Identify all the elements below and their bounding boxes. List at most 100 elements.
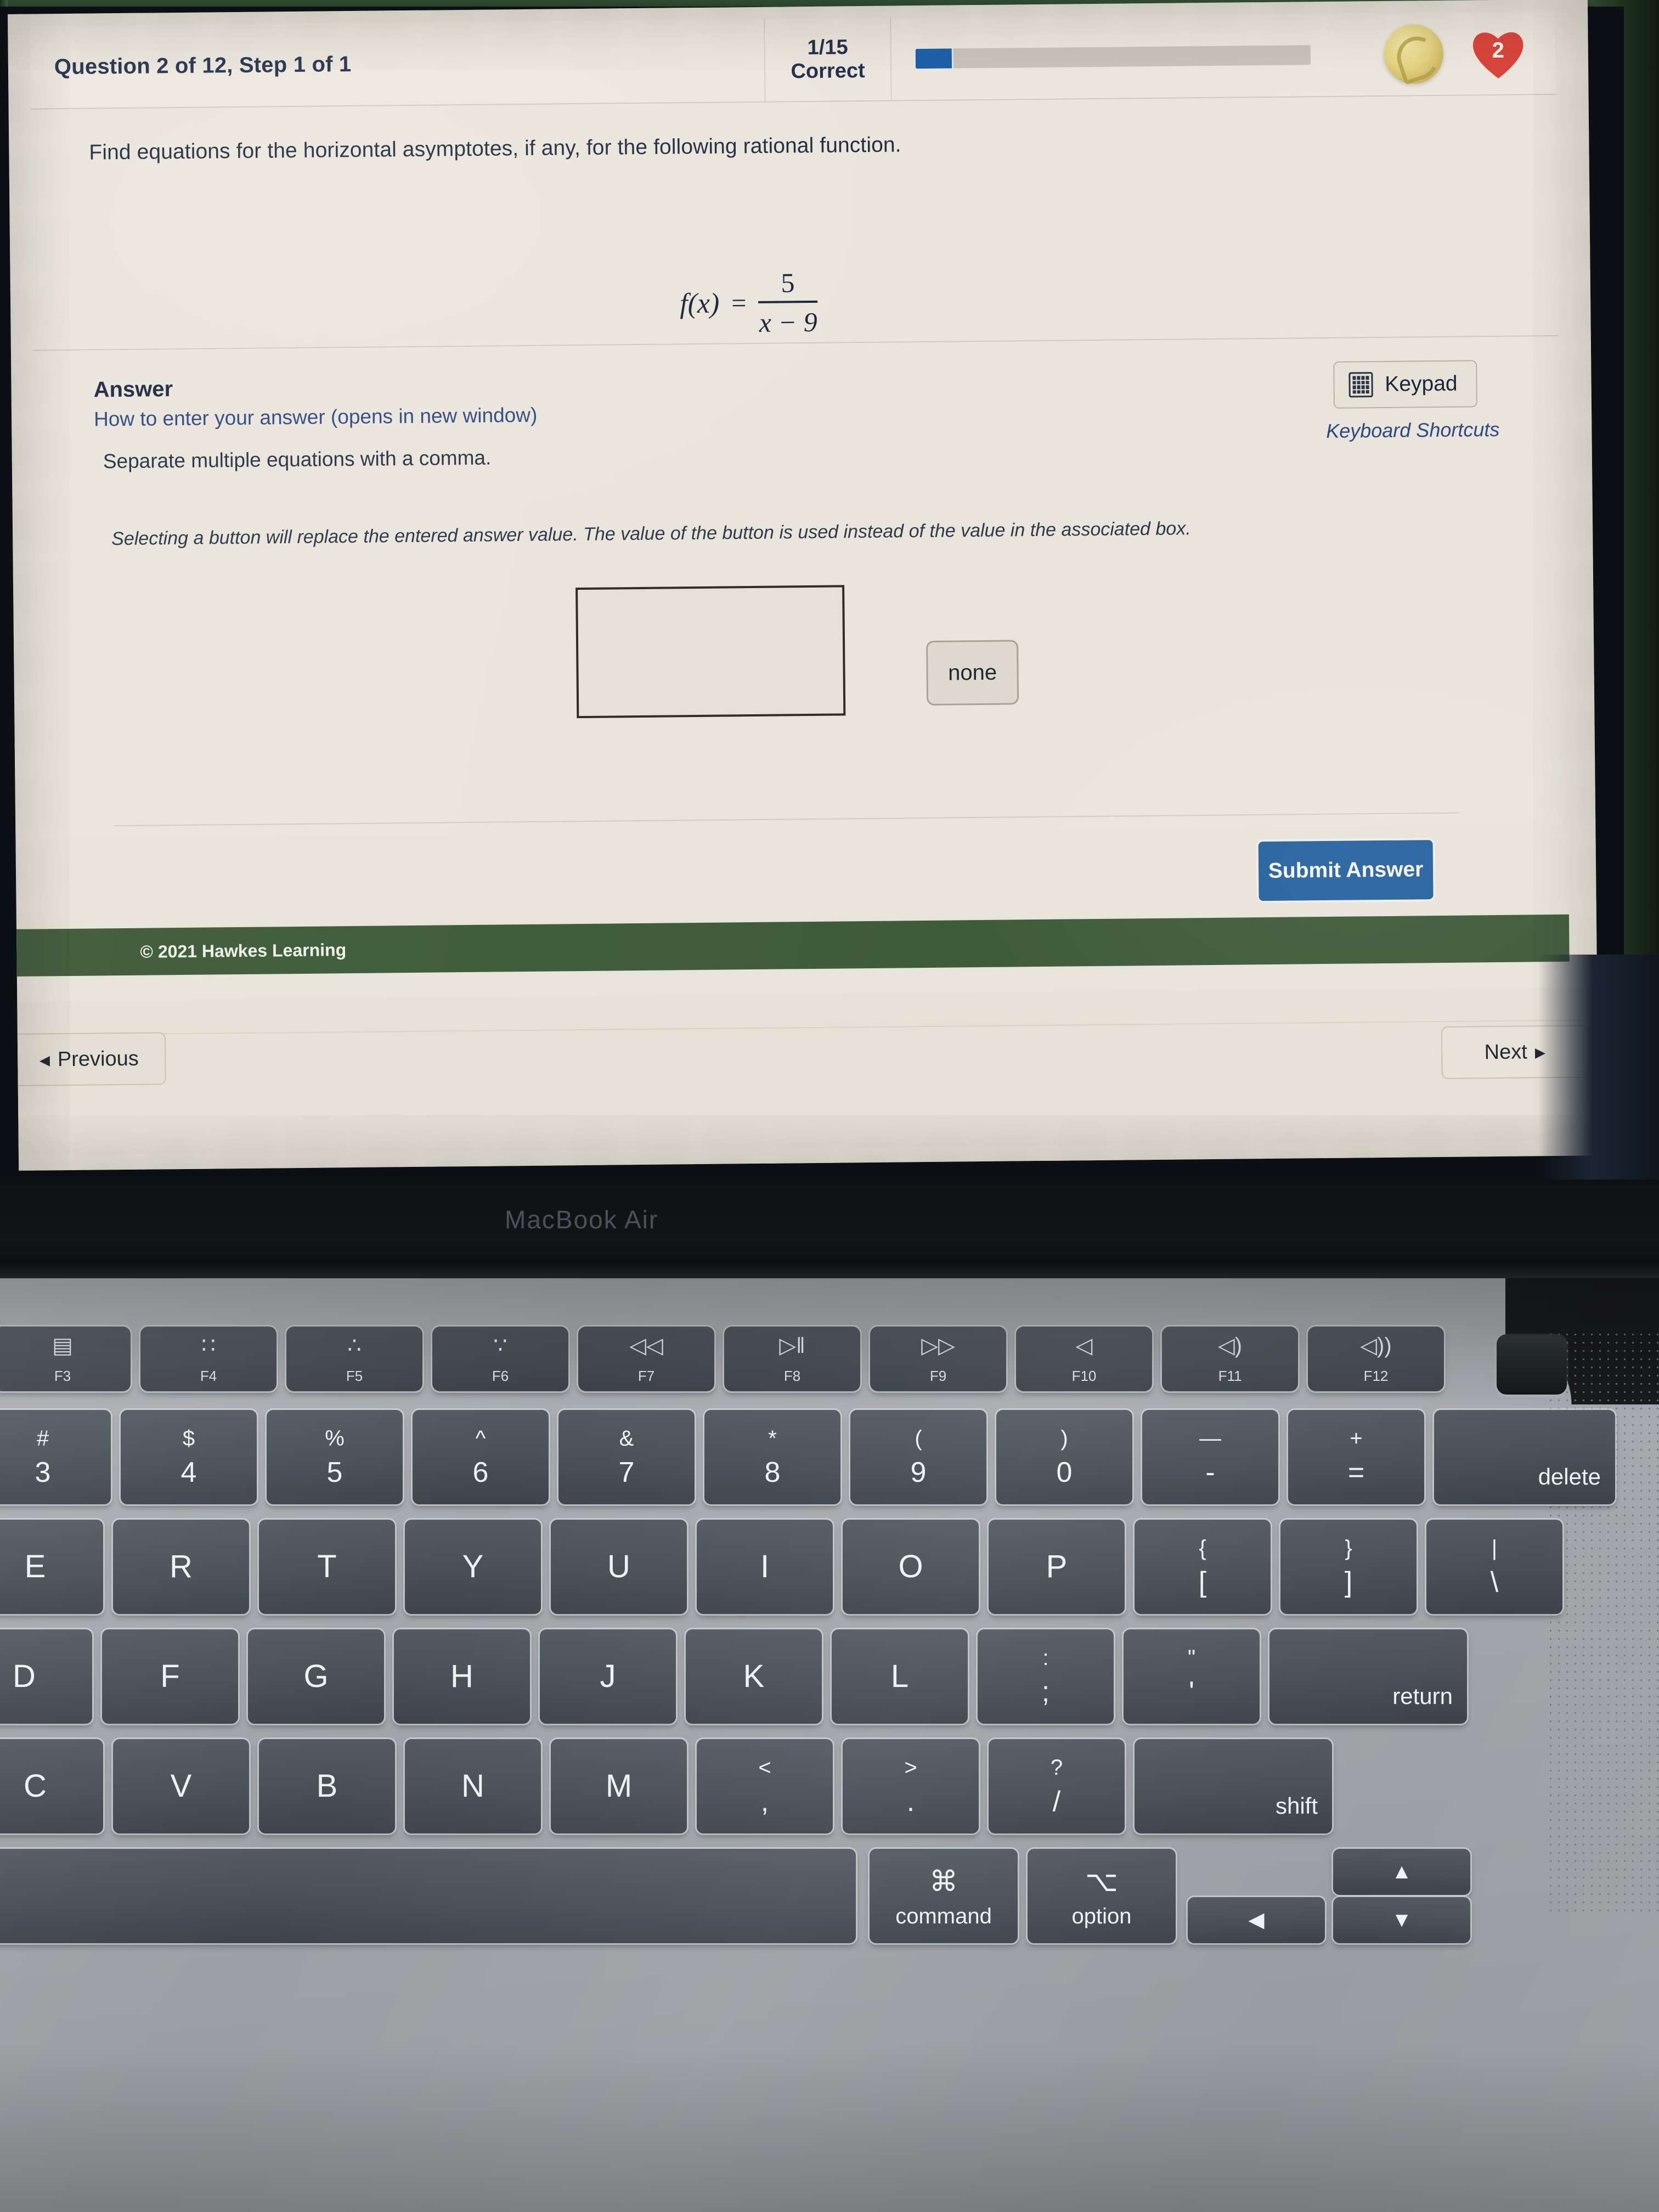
key-arrow-down[interactable]: ▼ <box>1333 1897 1470 1943</box>
key-4[interactable]: $ 4 <box>121 1410 257 1504</box>
score-count: 1/15 <box>807 36 848 60</box>
key-y[interactable]: Y <box>405 1520 541 1614</box>
key-p[interactable]: P <box>989 1520 1125 1614</box>
key-punct-;[interactable]: : ; <box>978 1629 1114 1724</box>
key-f9[interactable]: ▷▷ F9 <box>870 1327 1006 1391</box>
how-to-enter-answer-link[interactable]: How to enter your answer (opens in new w… <box>94 404 538 431</box>
key-label: . <box>906 1786 915 1818</box>
key-label: F5 <box>346 1368 363 1384</box>
key-label: 4 <box>180 1457 197 1488</box>
key-\[interactable]: | \ <box>1426 1520 1562 1614</box>
key-punct-/[interactable]: ? / <box>989 1739 1125 1833</box>
key-u[interactable]: U <box>551 1520 687 1614</box>
keypad-button[interactable]: Keypad <box>1333 360 1477 409</box>
key-label: ; <box>1041 1676 1050 1708</box>
keyboard-shortcuts-link[interactable]: Keyboard Shortcuts <box>1326 418 1500 443</box>
key-option[interactable]: ⌥ option <box>1028 1849 1176 1943</box>
heart-icon: 2 <box>1467 22 1529 83</box>
key-i[interactable]: I <box>697 1520 833 1614</box>
touch-id-button[interactable] <box>1497 1334 1567 1395</box>
key-shift-glyph: : <box>1042 1646 1049 1670</box>
key-k[interactable]: K <box>686 1629 822 1724</box>
key-label: 3 <box>35 1457 51 1488</box>
key-f7[interactable]: ◁◁ F7 <box>578 1327 714 1391</box>
key-f10[interactable]: ◁ F10 <box>1016 1327 1152 1391</box>
key-l[interactable]: L <box>832 1629 968 1724</box>
key-v[interactable]: V <box>113 1739 249 1833</box>
key-label: P <box>1046 1549 1068 1584</box>
key-f11[interactable]: ◁) F11 <box>1162 1327 1298 1391</box>
formula-denominator: x − 9 <box>759 306 817 338</box>
key-command[interactable]: ⌘ command <box>870 1849 1018 1943</box>
key-o[interactable]: O <box>843 1520 979 1614</box>
key-f3[interactable]: ▤ F3 <box>0 1327 131 1391</box>
key-f12[interactable]: ◁)) F12 <box>1308 1327 1444 1391</box>
previous-button[interactable]: ◂ Previous <box>12 1032 166 1087</box>
key-f[interactable]: F <box>102 1629 238 1724</box>
key-label: E <box>24 1549 46 1584</box>
key-punct-'[interactable]: " ' <box>1124 1629 1260 1724</box>
key-g[interactable]: G <box>248 1629 384 1724</box>
key-e[interactable]: E <box>0 1520 103 1614</box>
page-title: Question 2 of 12, Step 1 of 1 <box>30 19 766 109</box>
key-label: J <box>600 1658 616 1694</box>
key-space[interactable] <box>0 1849 856 1943</box>
key-][interactable]: } ] <box>1280 1520 1417 1614</box>
fast-forward-icon: ▷▷ <box>921 1334 955 1358</box>
navigation-divider <box>17 1019 1598 1036</box>
progress-bar <box>891 13 1358 100</box>
separate-equations-note: Separate multiple equations with a comma… <box>103 446 492 473</box>
key-label: / <box>1052 1786 1061 1818</box>
launchpad-icon: ∷ <box>201 1334 216 1358</box>
answer-heading-group: Answer How to enter your answer (opens i… <box>93 374 537 431</box>
key-arrow-up[interactable]: ▲ <box>1333 1849 1470 1895</box>
key-label: R <box>170 1549 193 1584</box>
key-m[interactable]: M <box>551 1739 687 1833</box>
key-f8[interactable]: ▷‖ F8 <box>724 1327 860 1391</box>
key-6[interactable]: ^ 6 <box>413 1410 549 1504</box>
key-label: M <box>605 1768 633 1804</box>
key-arrow-left[interactable]: ◀ <box>1188 1897 1325 1943</box>
key-label: F9 <box>929 1368 947 1384</box>
key-f5[interactable]: ∴ F5 <box>286 1327 422 1391</box>
score-indicator: 1/15 Correct <box>765 18 892 101</box>
key-f4[interactable]: ∷ F4 <box>140 1327 276 1391</box>
key-shift-right[interactable]: shift <box>1135 1739 1332 1833</box>
key-shift-glyph: } <box>1345 1536 1352 1560</box>
key-3[interactable]: # 3 <box>0 1410 111 1504</box>
key-return[interactable]: return <box>1269 1629 1467 1724</box>
keypad-icon <box>1348 372 1373 398</box>
key-j[interactable]: J <box>540 1629 676 1724</box>
key-delete[interactable]: delete <box>1434 1410 1615 1504</box>
key-punct-.[interactable]: > . <box>843 1739 979 1833</box>
answer-input[interactable] <box>575 585 846 719</box>
key-c[interactable]: C <box>0 1739 103 1833</box>
key-8[interactable]: * 8 <box>704 1410 840 1504</box>
key-b[interactable]: B <box>259 1739 395 1833</box>
key-h[interactable]: H <box>394 1629 530 1724</box>
key--[interactable]: — - <box>1142 1410 1278 1504</box>
key-=[interactable]: + = <box>1288 1410 1424 1504</box>
submit-answer-button[interactable]: Submit Answer <box>1258 840 1434 901</box>
key-t[interactable]: T <box>259 1520 395 1614</box>
mission-control-icon: ▤ <box>52 1334 73 1358</box>
volume-down-icon: ◁) <box>1217 1334 1243 1358</box>
caret-left-icon: ◂ <box>39 1048 50 1072</box>
key-n[interactable]: N <box>405 1739 541 1833</box>
formula-numerator: 5 <box>781 267 795 298</box>
key-shift-glyph: > <box>904 1756 917 1780</box>
key-f6[interactable]: ∵ F6 <box>432 1327 568 1391</box>
key-[[interactable]: { [ <box>1135 1520 1271 1614</box>
key-9[interactable]: ( 9 <box>850 1410 986 1504</box>
keypad-button-label: Keypad <box>1385 371 1458 396</box>
key-7[interactable]: & 7 <box>558 1410 695 1504</box>
key-0[interactable]: ) 0 <box>996 1410 1132 1504</box>
key-d[interactable]: D <box>0 1629 92 1724</box>
key-r[interactable]: R <box>113 1520 249 1614</box>
none-button[interactable]: none <box>926 640 1019 706</box>
key-5[interactable]: % 5 <box>267 1410 403 1504</box>
keyboard-brightness-down-icon: ∴ <box>347 1334 362 1358</box>
key-label: D <box>13 1658 36 1694</box>
key-punct-,[interactable]: < , <box>697 1739 833 1833</box>
key-label: \ <box>1490 1566 1499 1598</box>
